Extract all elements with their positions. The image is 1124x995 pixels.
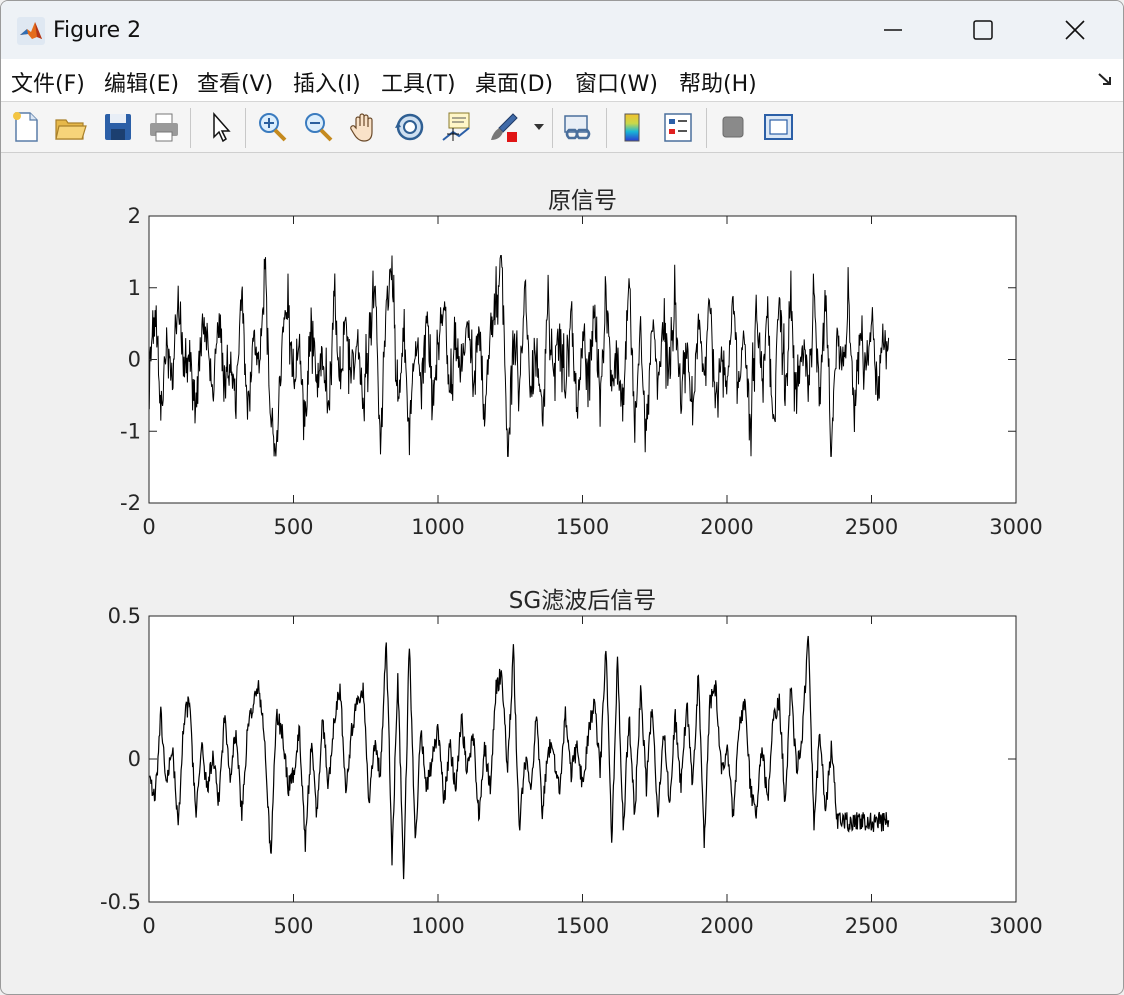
hide-plot-tools-icon bbox=[722, 116, 744, 138]
menu-window[interactable]: 窗口(W) bbox=[575, 66, 658, 98]
x-tick-label: 0 bbox=[142, 515, 155, 539]
matlab-logo-icon bbox=[17, 17, 45, 45]
brush-icon bbox=[491, 113, 518, 142]
menu-help[interactable]: 帮助(H) bbox=[679, 66, 757, 98]
x-tick-label: 500 bbox=[273, 515, 313, 539]
hide-plot-tools-button[interactable] bbox=[714, 108, 752, 146]
rotate-3d-icon bbox=[395, 113, 424, 141]
figure-svg: 0 500 1000 1500 2000 2500 3000 2 1 0 -1 -2 原信号 0 500 10… bbox=[100, 188, 1043, 938]
save-button[interactable] bbox=[99, 108, 137, 146]
x-tick-label: 2000 bbox=[700, 914, 753, 938]
edit-plot-icon bbox=[213, 112, 231, 143]
rotate-3d-button[interactable] bbox=[391, 108, 429, 146]
dock-arrow-icon[interactable] bbox=[1097, 71, 1113, 87]
show-plot-tools-icon bbox=[764, 114, 793, 140]
insert-legend-button[interactable] bbox=[659, 108, 697, 146]
menu-insert[interactable]: 插入(I) bbox=[293, 66, 361, 98]
maximize-icon bbox=[973, 20, 993, 40]
y-tick-label: -2 bbox=[120, 491, 141, 515]
y-tick-label: -0.5 bbox=[100, 890, 141, 914]
insert-colorbar-button[interactable] bbox=[613, 108, 651, 146]
data-cursor-button[interactable] bbox=[437, 108, 475, 146]
menu-desktop[interactable]: 桌面(D) bbox=[475, 66, 553, 98]
save-icon bbox=[105, 114, 131, 140]
toolbar-separator bbox=[606, 108, 607, 148]
y-tick-label: -1 bbox=[120, 419, 141, 443]
x-tick-label: 3000 bbox=[989, 515, 1042, 539]
pan-button[interactable] bbox=[345, 108, 383, 146]
figure-toolbar bbox=[1, 102, 1123, 153]
menu-view[interactable]: 查看(V) bbox=[197, 66, 273, 98]
brush-dropdown-button[interactable] bbox=[529, 108, 549, 146]
print-icon bbox=[150, 113, 178, 142]
pan-icon bbox=[350, 113, 373, 142]
axes-1[interactable]: 0 500 1000 1500 2000 2500 3000 2 1 0 -1 -2 原信号 bbox=[120, 188, 1043, 539]
minimize-icon bbox=[884, 29, 902, 31]
x-tick-label: 3000 bbox=[989, 914, 1042, 938]
legend-icon bbox=[664, 113, 692, 142]
close-icon bbox=[1065, 20, 1085, 40]
x-tick-label: 2500 bbox=[845, 914, 898, 938]
figure-canvas[interactable]: 0 500 1000 1500 2000 2500 3000 2 1 0 -1 -2 原信号 0 500 10… bbox=[1, 153, 1123, 994]
close-button[interactable] bbox=[1029, 1, 1121, 59]
zoom-in-icon bbox=[259, 113, 287, 142]
y-tick-label: 1 bbox=[128, 276, 141, 300]
link-plot-icon bbox=[564, 115, 591, 140]
menu-tools[interactable]: 工具(T) bbox=[381, 66, 456, 98]
y-tick-label: 0.5 bbox=[108, 604, 141, 628]
brush-dropdown-icon bbox=[534, 124, 544, 130]
figure-window: Figure 2 文件(F) 编辑(E) 查看(V) 插入(I) 工具(T) 桌… bbox=[0, 0, 1124, 995]
plot-background bbox=[149, 616, 1016, 902]
window-title: Figure 2 bbox=[53, 18, 142, 43]
zoom-in-button[interactable] bbox=[253, 108, 291, 146]
x-tick-label: 2000 bbox=[700, 515, 753, 539]
menu-bar: 文件(F) 编辑(E) 查看(V) 插入(I) 工具(T) 桌面(D) 窗口(W… bbox=[1, 59, 1123, 102]
menu-edit[interactable]: 编辑(E) bbox=[104, 66, 179, 98]
y-tick-label: 2 bbox=[128, 204, 141, 228]
open-file-button[interactable] bbox=[51, 108, 89, 146]
zoom-out-button[interactable] bbox=[299, 108, 337, 146]
maximize-button[interactable] bbox=[937, 1, 1029, 59]
link-plot-button[interactable] bbox=[559, 108, 597, 146]
brush-button[interactable] bbox=[485, 108, 523, 146]
plot-title: SG滤波后信号 bbox=[509, 588, 656, 614]
y-tick-label: 0 bbox=[128, 348, 141, 372]
plot-title: 原信号 bbox=[548, 188, 617, 214]
toolbar-separator bbox=[706, 108, 707, 148]
data-cursor-icon bbox=[442, 112, 470, 141]
new-figure-button[interactable] bbox=[7, 108, 45, 146]
x-tick-label: 1000 bbox=[411, 515, 464, 539]
menu-file[interactable]: 文件(F) bbox=[11, 66, 85, 98]
zoom-out-icon bbox=[305, 113, 333, 142]
colorbar-icon bbox=[624, 113, 640, 142]
y-tick-label: 0 bbox=[128, 747, 141, 771]
minimize-button[interactable] bbox=[847, 1, 939, 59]
x-tick-label: 1000 bbox=[411, 914, 464, 938]
axes-2[interactable]: 0 500 1000 1500 2000 2500 30000.50-0.5SG滤波后信号 bbox=[100, 588, 1043, 938]
show-plot-tools-button[interactable] bbox=[759, 108, 797, 146]
edit-plot-button[interactable] bbox=[201, 108, 239, 146]
open-file-icon bbox=[55, 119, 87, 140]
x-tick-label: 1500 bbox=[556, 515, 609, 539]
title-bar[interactable]: Figure 2 bbox=[1, 1, 1123, 59]
print-button[interactable] bbox=[145, 108, 183, 146]
toolbar-separator bbox=[552, 108, 553, 148]
new-figure-icon bbox=[13, 112, 38, 142]
x-tick-label: 0 bbox=[142, 914, 155, 938]
x-tick-label: 500 bbox=[273, 914, 313, 938]
x-tick-label: 1500 bbox=[556, 914, 609, 938]
toolbar-separator bbox=[245, 108, 246, 148]
toolbar-separator bbox=[190, 108, 191, 148]
x-tick-label: 2500 bbox=[845, 515, 898, 539]
